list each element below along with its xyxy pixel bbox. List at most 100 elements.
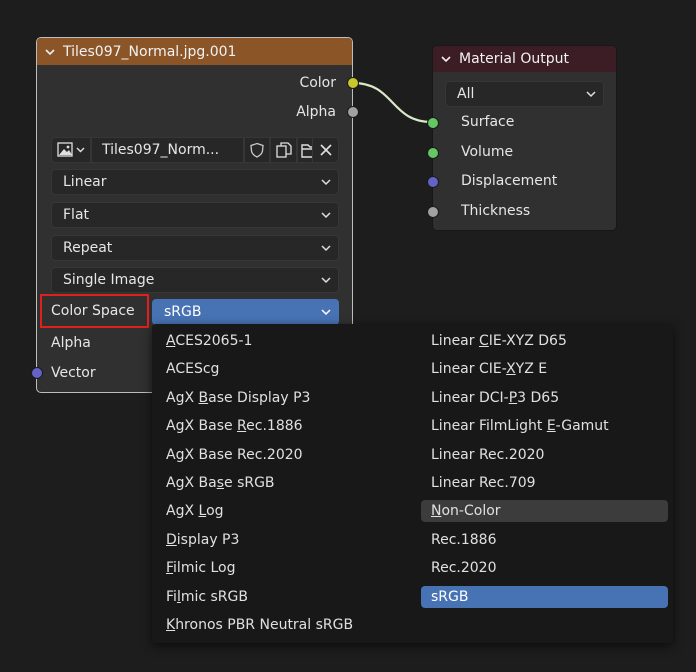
extension-dropdown[interactable]: Repeat	[51, 235, 339, 261]
output-alpha-label: Alpha	[296, 104, 336, 120]
projection-value: Flat	[63, 207, 90, 223]
option-label-part: AgX Ba	[166, 475, 217, 491]
material-output-header[interactable]: Material Output	[433, 46, 616, 72]
collapse-chevron-icon[interactable]	[433, 53, 459, 65]
color-space-option[interactable]: ACEScg	[156, 358, 406, 380]
option-label-part: ACEScg	[166, 361, 220, 378]
option-label-part: ase Display P3	[208, 389, 311, 406]
vector-input-label: Vector	[51, 365, 96, 381]
option-accelerator-key: D	[166, 531, 177, 548]
option-label-part: 3 D65	[517, 389, 560, 406]
volume-input-label: Volume	[461, 144, 514, 160]
unlink-image-button[interactable]	[312, 137, 339, 163]
image-name-field[interactable]: Tiles097_Norm...	[91, 137, 244, 163]
image-node-title: Tiles097_Normal.jpg.001	[63, 43, 237, 60]
chevron-down-icon	[321, 245, 331, 252]
option-label-part: CES2065-1	[175, 333, 253, 349]
color-space-option[interactable]: AgX Log	[156, 500, 406, 522]
option-accelerator-key: P	[508, 389, 518, 406]
option-label-part: AgX	[166, 503, 199, 520]
render-target-dropdown[interactable]: All	[445, 81, 604, 107]
alpha-output-socket[interactable]	[347, 106, 359, 118]
color-space-option[interactable]: Linear FilmLight E-Gamut	[421, 415, 668, 437]
color-space-value: sRGB	[164, 304, 202, 320]
color-space-option[interactable]: AgX Base Rec.2020	[156, 444, 406, 466]
option-label-part: sRGB	[431, 588, 469, 605]
volume-input-socket[interactable]	[427, 147, 439, 159]
color-space-option[interactable]: Linear CIE-XYZ D65	[421, 330, 668, 352]
option-label-part: Linear Rec.2020	[431, 446, 545, 463]
chevron-down-icon	[321, 309, 331, 316]
material-output-node[interactable]: Material Output All Surface Volume Displ…	[432, 45, 617, 231]
color-space-option[interactable]: Rec.1886	[421, 529, 668, 551]
option-label-part: Linear DCI-	[431, 389, 509, 406]
source-dropdown[interactable]: Single Image	[51, 267, 339, 293]
chevron-down-icon	[586, 91, 596, 98]
interpolation-value: Linear	[63, 174, 107, 190]
color-space-option[interactable]: Linear CIE-XYZ E	[421, 358, 668, 380]
color-space-option[interactable]: AgX Base Display P3	[156, 387, 406, 409]
displacement-input-socket[interactable]	[427, 176, 439, 188]
color-output-socket[interactable]	[347, 77, 359, 89]
option-accelerator-key: N	[431, 503, 442, 520]
chevron-down-icon	[321, 212, 331, 219]
image-icon	[57, 142, 85, 157]
color-space-option[interactable]: Linear DCI-P3 D65	[421, 387, 668, 409]
duplicate-image-button[interactable]	[270, 137, 297, 163]
option-accelerator-key: K	[166, 617, 176, 633]
option-label-part: hronos PBR Neutral sRGB	[175, 617, 354, 633]
option-label-part: Linear FilmLight	[431, 418, 547, 435]
source-value: Single Image	[63, 272, 155, 288]
option-accelerator-key: B	[198, 389, 209, 406]
interpolation-dropdown[interactable]: Linear	[51, 169, 339, 195]
close-icon	[319, 144, 332, 156]
color-space-menu[interactable]: ACES2065-1 ACEScg AgX Base Display P3 AgX B…	[152, 324, 673, 643]
option-label-part: Rec.2020	[431, 560, 497, 577]
color-space-option[interactable]: Non-Color	[421, 500, 668, 523]
projection-dropdown[interactable]: Flat	[51, 202, 339, 228]
color-space-option[interactable]: Filmic sRGB	[156, 586, 406, 608]
color-space-option[interactable]: AgX Base Rec.1886	[156, 415, 406, 437]
material-output-title: Material Output	[459, 51, 569, 67]
option-accelerator-key: L	[198, 503, 207, 520]
option-label-part: AgX Base Rec.2020	[166, 446, 303, 463]
color-space-option[interactable]: ACES2065-1	[156, 330, 406, 352]
option-label-part: AgX Base	[166, 418, 238, 435]
option-label-part: Rec.1886	[431, 531, 497, 548]
render-target-value: All	[457, 86, 475, 102]
color-space-option[interactable]: Khronos PBR Neutral sRGB	[156, 614, 406, 636]
image-node-header[interactable]: Tiles097_Normal.jpg.001	[37, 38, 352, 65]
option-label-part: IE-XYZ D65	[488, 333, 567, 349]
option-accelerator-key: R	[237, 418, 247, 435]
option-label-part: og	[206, 503, 224, 520]
option-label-part: e sRGB	[224, 475, 275, 491]
image-browse-button[interactable]	[51, 137, 91, 163]
option-label-part: mic sRGB	[180, 588, 248, 605]
color-space-option[interactable]: Display P3	[156, 529, 406, 551]
color-space-option[interactable]: Filmic Log	[156, 557, 406, 579]
surface-input-socket[interactable]	[427, 117, 439, 129]
color-space-option[interactable]: sRGB	[421, 585, 668, 608]
color-space-option[interactable]: Rec.2020	[421, 557, 668, 579]
option-label-part: Linear	[431, 333, 479, 349]
color-space-option[interactable]: AgX Base sRGB	[156, 472, 406, 494]
color-space-option[interactable]: Linear Rec.2020	[421, 444, 668, 466]
option-accelerator-key: C	[478, 333, 489, 349]
option-label-part: isplay P3	[176, 531, 240, 548]
extension-value: Repeat	[63, 240, 113, 256]
color-space-dropdown[interactable]: sRGB	[152, 299, 339, 325]
vector-input-socket[interactable]	[31, 367, 43, 379]
thickness-input-label: Thickness	[461, 203, 531, 219]
displacement-input-label: Displacement	[461, 173, 558, 189]
image-name: Tiles097_Norm...	[102, 142, 220, 158]
fake-user-button[interactable]	[244, 137, 270, 163]
image-selector[interactable]: Tiles097_Norm...	[51, 137, 339, 163]
color-space-highlight-box	[40, 294, 149, 328]
option-accelerator-key: s	[216, 475, 224, 491]
color-space-option[interactable]: Linear Rec.709	[421, 472, 668, 494]
option-label-part: ec.1886	[246, 418, 303, 435]
thickness-input-socket[interactable]	[427, 206, 439, 218]
collapse-chevron-icon[interactable]	[37, 46, 63, 58]
option-label-part: on-Color	[441, 503, 501, 520]
shield-icon	[250, 142, 264, 158]
